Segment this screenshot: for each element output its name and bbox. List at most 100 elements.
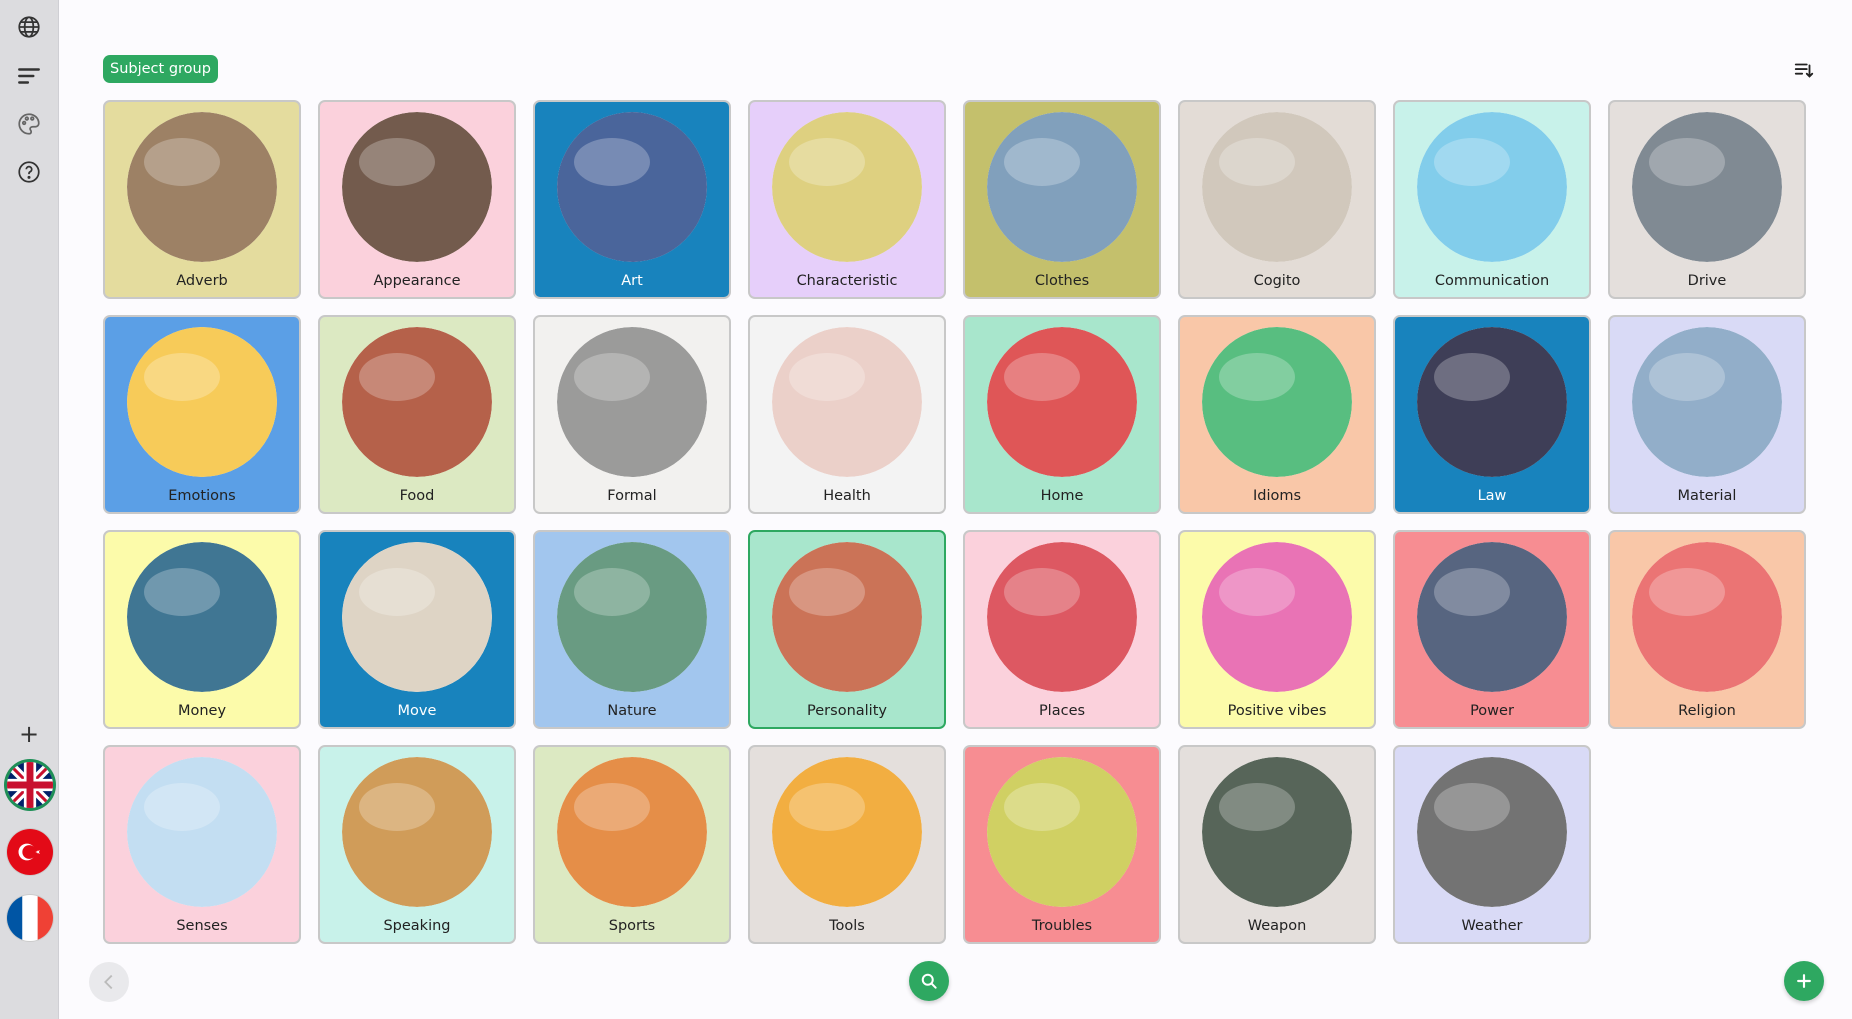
subject-tile-troubles[interactable]: Troubles <box>963 745 1161 944</box>
subject-thumbnail <box>342 112 492 262</box>
flag-france[interactable] <box>7 895 53 941</box>
subject-tile-communication[interactable]: Communication <box>1393 100 1591 299</box>
subject-thumbnail <box>1632 327 1782 477</box>
subject-tile-tools[interactable]: Tools <box>748 745 946 944</box>
subject-tile-formal[interactable]: Formal <box>533 315 731 514</box>
chevron-left-icon <box>104 974 113 990</box>
subject-image <box>987 757 1137 907</box>
subject-tile-places[interactable]: Places <box>963 530 1161 729</box>
filter-lines-icon <box>18 68 40 84</box>
search-icon <box>921 973 937 989</box>
plus-icon <box>1797 974 1811 988</box>
subject-tile-senses[interactable]: Senses <box>103 745 301 944</box>
subject-thumbnail <box>987 542 1137 692</box>
subject-tile-sports[interactable]: Sports <box>533 745 731 944</box>
add-language-label: + <box>18 720 40 748</box>
subject-tile-clothes[interactable]: Clothes <box>963 100 1161 299</box>
help-button[interactable] <box>9 152 49 192</box>
flag-turkey[interactable] <box>7 829 53 875</box>
subject-tile-power[interactable]: Power <box>1393 530 1591 729</box>
subject-image <box>987 112 1137 262</box>
subject-thumbnail <box>1417 542 1567 692</box>
subject-image <box>1417 112 1567 262</box>
subject-image <box>1632 542 1782 692</box>
subject-label: Personality <box>807 703 887 719</box>
subject-thumbnail <box>987 112 1137 262</box>
subject-thumbnail <box>1417 327 1567 477</box>
subject-tile-art[interactable]: Art <box>533 100 731 299</box>
subject-tile-emotions[interactable]: Emotions <box>103 315 301 514</box>
subject-thumbnail <box>1202 542 1352 692</box>
subject-label: Appearance <box>373 273 461 289</box>
subject-label: Places <box>1038 703 1086 719</box>
subject-thumbnail <box>772 112 922 262</box>
subject-image <box>342 542 492 692</box>
subject-tile-law[interactable]: Law <box>1393 315 1591 514</box>
subject-thumbnail <box>1202 112 1352 262</box>
help-icon <box>18 161 40 183</box>
subject-thumbnail <box>1417 112 1567 262</box>
subject-tile-personality[interactable]: Personality <box>748 530 946 729</box>
subject-tile-health[interactable]: Health <box>748 315 946 514</box>
subject-tile-cogito[interactable]: Cogito <box>1178 100 1376 299</box>
subject-image <box>557 542 707 692</box>
subject-image <box>127 327 277 477</box>
subject-tile-idioms[interactable]: Idioms <box>1178 315 1376 514</box>
subject-tile-drive[interactable]: Drive <box>1608 100 1806 299</box>
subject-image <box>772 757 922 907</box>
subject-tile-appearance[interactable]: Appearance <box>318 100 516 299</box>
subject-label: Idioms <box>1252 488 1302 504</box>
subject-label: Health <box>823 488 871 504</box>
subject-label: Nature <box>607 703 657 719</box>
subject-image <box>342 327 492 477</box>
theme-button[interactable] <box>9 104 49 144</box>
language-button[interactable] <box>9 7 49 47</box>
globe-icon <box>18 16 40 38</box>
subject-tile-positive-vibes[interactable]: Positive vibes <box>1178 530 1376 729</box>
filter-button[interactable] <box>9 56 49 96</box>
subject-image <box>127 757 277 907</box>
sidebar: + <box>0 0 59 1019</box>
subject-thumbnail <box>987 757 1137 907</box>
subject-thumbnail <box>127 542 277 692</box>
subject-thumbnail <box>772 542 922 692</box>
subject-tile-food[interactable]: Food <box>318 315 516 514</box>
subject-tile-home[interactable]: Home <box>963 315 1161 514</box>
subject-label: Adverb <box>176 273 228 289</box>
subject-image <box>1632 112 1782 262</box>
subject-label: Material <box>1677 488 1737 504</box>
subject-image <box>1202 112 1352 262</box>
subject-image <box>342 112 492 262</box>
subject-thumbnail <box>557 757 707 907</box>
add-language-button[interactable]: + <box>9 714 49 754</box>
subject-label: Troubles <box>1031 918 1093 934</box>
subject-tile-characteristic[interactable]: Characteristic <box>748 100 946 299</box>
subject-image <box>127 542 277 692</box>
subject-label: Weather <box>1461 918 1523 934</box>
subject-tile-weapon[interactable]: Weapon <box>1178 745 1376 944</box>
subject-thumbnail <box>127 327 277 477</box>
subject-group-chip[interactable]: Subject group <box>103 55 218 83</box>
subject-tile-move[interactable]: Move <box>318 530 516 729</box>
subject-tile-religion[interactable]: Religion <box>1608 530 1806 729</box>
subject-thumbnail <box>1202 327 1352 477</box>
search-button[interactable] <box>909 961 949 1001</box>
flag-uk[interactable] <box>7 762 53 808</box>
palette-icon <box>18 113 40 135</box>
subject-tile-adverb[interactable]: Adverb <box>103 100 301 299</box>
subject-image <box>1202 327 1352 477</box>
sort-button[interactable] <box>1789 57 1819 83</box>
subject-tile-material[interactable]: Material <box>1608 315 1806 514</box>
subject-tile-nature[interactable]: Nature <box>533 530 731 729</box>
subject-tile-weather[interactable]: Weather <box>1393 745 1591 944</box>
subject-tile-money[interactable]: Money <box>103 530 301 729</box>
subject-thumbnail <box>772 757 922 907</box>
subject-label: Communication <box>1434 273 1550 289</box>
subject-image <box>127 112 277 262</box>
subject-image <box>1202 542 1352 692</box>
subject-image <box>987 327 1137 477</box>
add-subject-button[interactable] <box>1784 961 1824 1001</box>
previous-page-button[interactable] <box>89 962 129 1002</box>
subject-tile-speaking[interactable]: Speaking <box>318 745 516 944</box>
uk-flag-icon <box>7 762 53 808</box>
